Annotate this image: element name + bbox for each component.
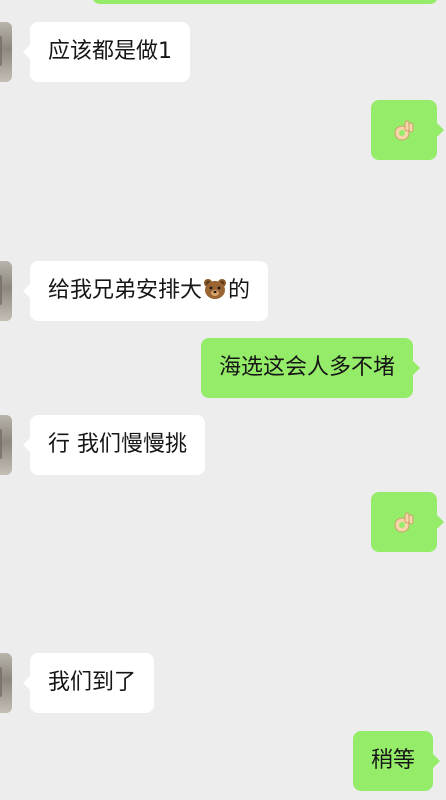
- outgoing-message-bubble[interactable]: 海选这会人多不堵: [201, 338, 421, 398]
- message-text: 行 我们慢慢挑: [48, 432, 187, 457]
- contact-avatar[interactable]: [0, 22, 12, 82]
- outgoing-bubble-partial[interactable]: [92, 0, 438, 4]
- outgoing-message-bubble[interactable]: [371, 492, 444, 552]
- message-text: 稍等: [371, 748, 416, 773]
- ok-hand-emoji-icon: [394, 512, 414, 533]
- outgoing-message-bubble[interactable]: 稍等: [353, 731, 441, 791]
- outgoing-message-bubble[interactable]: [371, 100, 444, 160]
- contact-avatar[interactable]: [0, 653, 12, 713]
- message-text: 给我兄弟安排大: [48, 278, 203, 303]
- bear-emoji-icon: [204, 279, 227, 299]
- incoming-message-bubble[interactable]: 行 我们慢慢挑: [23, 415, 205, 475]
- incoming-message-bubble[interactable]: 给我兄弟安排大 的: [22, 261, 269, 321]
- message-text: 应该都是做1: [48, 39, 172, 64]
- incoming-message-bubble[interactable]: 应该都是做1: [23, 22, 190, 82]
- message-text: 的: [228, 278, 251, 303]
- contact-avatar[interactable]: [0, 415, 12, 475]
- contact-avatar[interactable]: [0, 261, 12, 321]
- incoming-message-bubble[interactable]: 我们到了: [22, 653, 155, 713]
- chat-view: 应该都是做1 给我兄弟安排大 的 海选这会人多不堵 行 我们慢慢挑 我们到了 稍…: [0, 0, 446, 800]
- message-text: 我们到了: [48, 670, 137, 695]
- message-text: 海选这会人多不堵: [219, 355, 396, 380]
- ok-hand-emoji-icon: [394, 120, 414, 141]
